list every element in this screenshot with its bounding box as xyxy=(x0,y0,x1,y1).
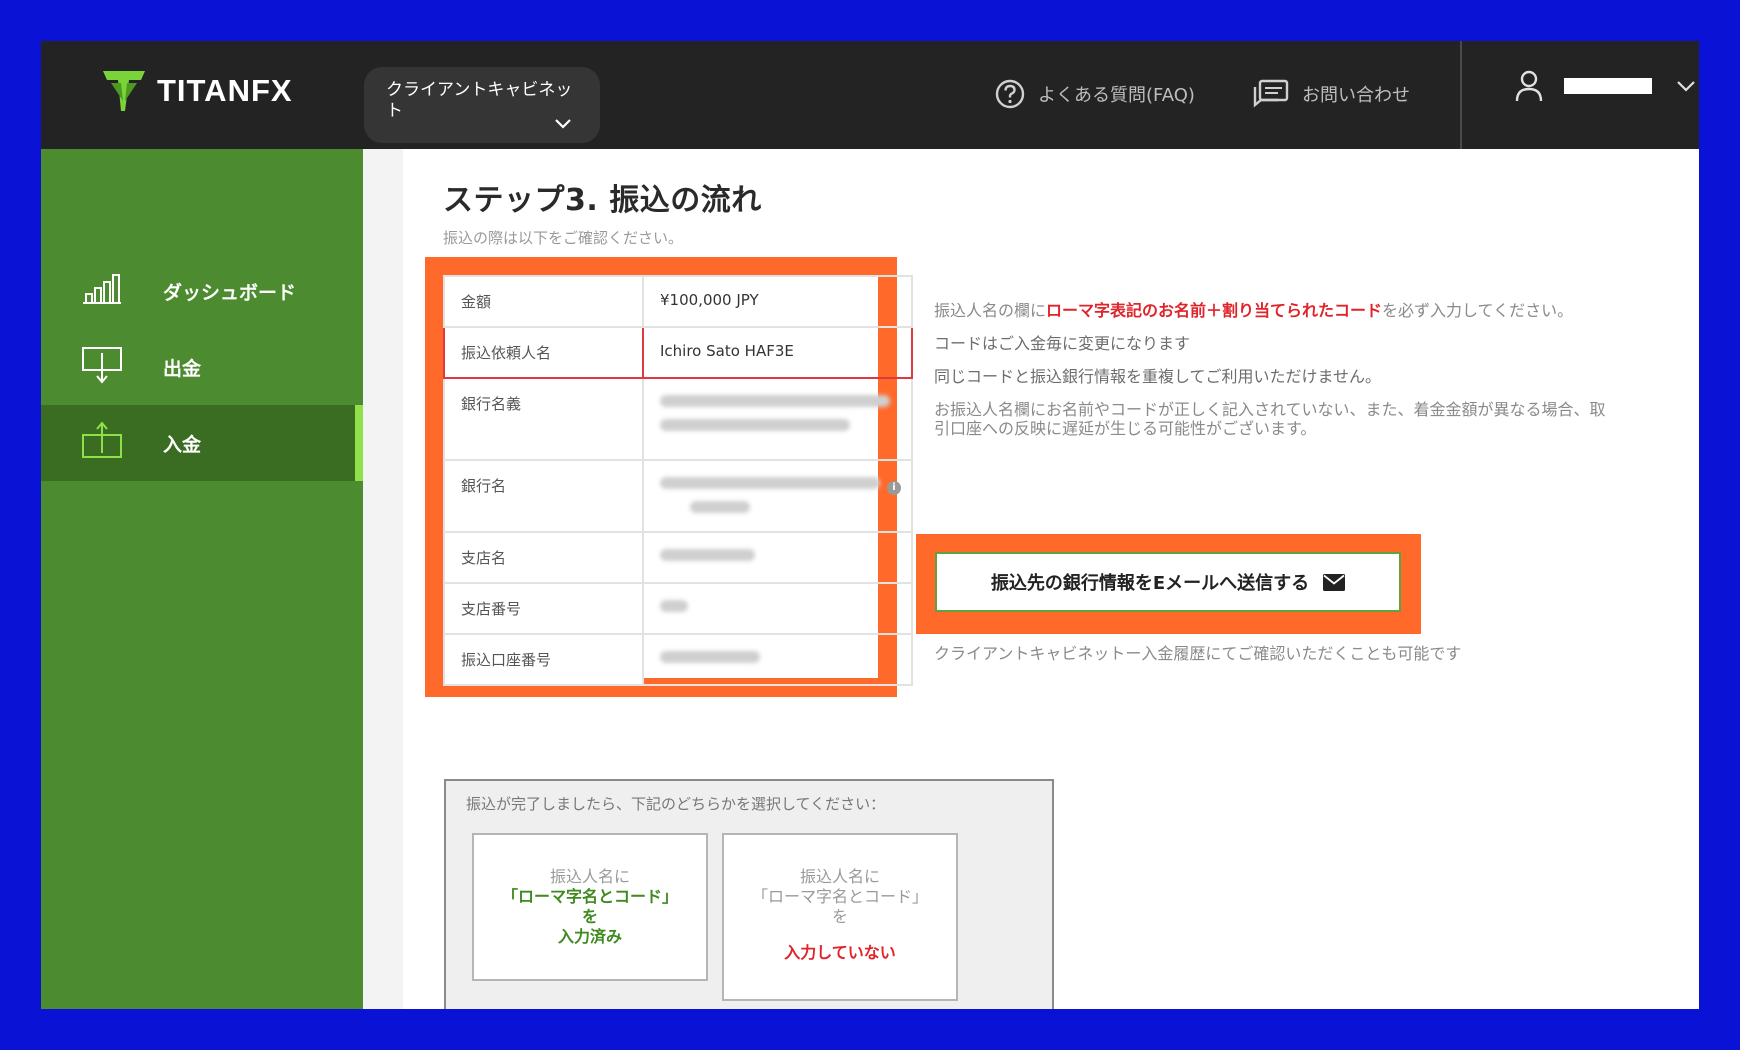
choice-not-entered-button[interactable]: 振込人名に 「ローマ字名とコード」 を 入力していない xyxy=(722,833,958,1001)
table-row: 支店番号 xyxy=(443,582,913,635)
choice-entered-button[interactable]: 振込人名に 「ローマ字名とコード」 を 入力済み xyxy=(472,833,708,981)
choice-text: 振込人名に xyxy=(799,867,880,886)
row-label: 支店番号 xyxy=(443,582,644,635)
logo-text: TITANFX xyxy=(157,73,293,108)
row-label: 銀行名義 xyxy=(443,377,644,461)
note-line: 同じコードと振込銀行情報を重複してご利用いただけません。 xyxy=(934,367,1382,386)
note-text: 振込人名の欄に xyxy=(934,301,1047,320)
choice-text: を xyxy=(581,907,598,926)
client-cabinet-label: クライアントキャビネット xyxy=(386,80,573,121)
table-row: 振込依頼人名 Ichiro Sato HAF3E xyxy=(443,326,913,379)
note-text: を必ず入力してください。 xyxy=(1382,301,1574,320)
choice-text: 入力済み xyxy=(557,927,622,946)
choice-text: 「ローマ字名とコード」 xyxy=(751,887,928,906)
note-highlight: ローマ字表記のお名前＋割り当てられたコード xyxy=(1046,301,1383,320)
page-subtitle: 振込の際は以下をご確認ください。 xyxy=(443,229,684,247)
user-menu[interactable] xyxy=(1514,69,1696,103)
chevron-down-icon xyxy=(1676,77,1696,96)
row-label: 金額 xyxy=(443,275,644,328)
contact-label: お問い合わせ xyxy=(1302,85,1410,106)
row-value: ¥100,000 JPY xyxy=(642,275,913,328)
row-value-redacted xyxy=(642,633,913,686)
completion-choice-panel: 振込が完了しましたら、下記のどちらかを選択してください： 振込人名に 「ローマ字… xyxy=(444,779,1054,1009)
row-value-redacted: i xyxy=(642,459,913,533)
note-line: お振込人名欄にお名前やコードが正しく記入されていない、また、着金金額が異なる場合… xyxy=(934,400,1606,438)
deposit-icon xyxy=(81,420,123,466)
sidebar: ダッシュボード 出金 入金 xyxy=(41,149,363,1009)
question-circle-icon xyxy=(995,79,1025,109)
titan-logo-icon xyxy=(101,67,147,115)
contact-link[interactable]: お問い合わせ xyxy=(1252,74,1410,114)
bar-chart-icon xyxy=(81,272,123,311)
page-title: ステップ3. 振込の流れ xyxy=(443,183,762,218)
app-frame: TITANFX クライアントキャビネット よくある質問(FAQ) お問い合わせ … xyxy=(41,41,1699,1009)
logo[interactable]: TITANFX xyxy=(101,67,293,115)
username-redacted xyxy=(1564,78,1652,94)
sidebar-item-label: ダッシュボード xyxy=(163,281,297,304)
transfer-info-table: 金額 ¥100,000 JPY 振込依頼人名 Ichiro Sato HAF3E… xyxy=(443,275,913,686)
email-button-label: 振込先の銀行情報をEメールへ送信する xyxy=(990,573,1310,594)
table-row: 振込口座番号 xyxy=(443,633,913,686)
table-row: 銀行名 i xyxy=(443,459,913,533)
row-label: 支店名 xyxy=(443,531,644,584)
choice-text: 「ローマ字名とコード」 xyxy=(501,887,678,906)
chevron-down-icon xyxy=(554,115,572,136)
main-content: ステップ3. 振込の流れ 振込の際は以下をご確認ください。 金額 ¥100,00… xyxy=(403,149,1699,1009)
sidebar-item-deposit[interactable]: 入金 xyxy=(41,405,363,481)
chat-bubble-icon xyxy=(1253,79,1289,108)
row-value-redacted xyxy=(642,531,913,584)
send-bank-info-email-button[interactable]: 振込先の銀行情報をEメールへ送信する xyxy=(935,552,1401,612)
choice-text: 入力していない xyxy=(784,943,896,962)
sidebar-item-label: 入金 xyxy=(163,433,202,456)
row-value-redacted xyxy=(642,377,913,461)
transfer-notes: 振込人名の欄にローマ字表記のお名前＋割り当てられたコードを必ず入力してください。… xyxy=(934,301,1612,452)
info-icon[interactable]: i xyxy=(887,481,901,495)
table-row: 支店名 xyxy=(443,531,913,584)
faq-link[interactable]: よくある質問(FAQ) xyxy=(994,74,1195,114)
choice-text: 振込人名に xyxy=(549,867,630,886)
row-label: 銀行名 xyxy=(443,459,644,533)
row-label: 振込依頼人名 xyxy=(443,326,644,379)
note-line: コードはご入金毎に変更になります xyxy=(934,334,1191,353)
envelope-icon xyxy=(1323,573,1346,591)
row-value-redacted xyxy=(642,582,913,635)
sidebar-item-label: 出金 xyxy=(163,357,202,380)
withdraw-icon xyxy=(81,345,123,390)
note-line: 振込人名の欄にローマ字表記のお名前＋割り当てられたコードを必ず入力してください。 xyxy=(934,301,1612,320)
header-divider xyxy=(1460,41,1462,149)
user-icon xyxy=(1515,70,1543,102)
sidebar-item-withdraw[interactable]: 出金 xyxy=(41,329,363,405)
table-row: 銀行名義 xyxy=(443,377,913,461)
sidebar-item-dashboard[interactable]: ダッシュボード xyxy=(41,253,363,329)
content-gutter xyxy=(363,149,403,1009)
choice-prompt: 振込が完了しましたら、下記のどちらかを選択してください： xyxy=(466,795,886,813)
row-value[interactable]: Ichiro Sato HAF3E xyxy=(642,326,913,379)
table-row: 金額 ¥100,000 JPY xyxy=(443,275,913,328)
confirm-note: クライアントキャビネットー入金履歴にてご確認いただくことも可能です xyxy=(934,644,1462,663)
top-header: TITANFX クライアントキャビネット よくある質問(FAQ) お問い合わせ xyxy=(41,41,1699,149)
faq-label: よくある質問(FAQ) xyxy=(1038,85,1195,106)
choice-text: を xyxy=(831,907,848,926)
row-label: 振込口座番号 xyxy=(443,633,644,686)
client-cabinet-dropdown[interactable]: クライアントキャビネット xyxy=(364,67,600,143)
